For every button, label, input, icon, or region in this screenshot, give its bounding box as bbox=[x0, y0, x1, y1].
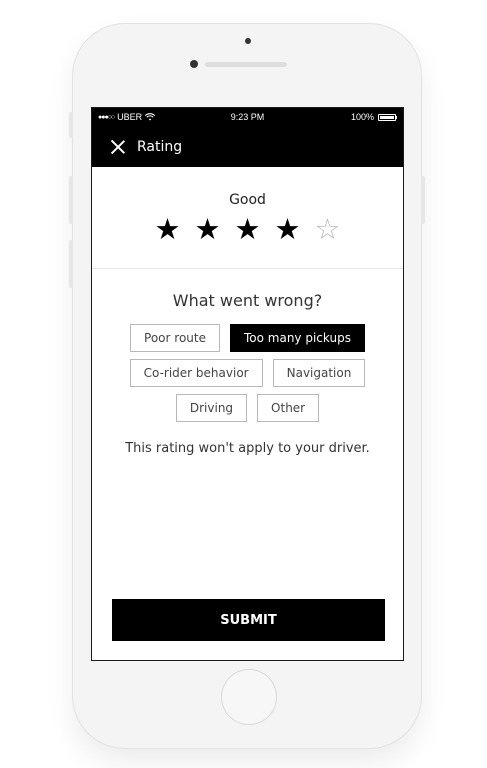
tag-co-rider-behavior[interactable]: Co-rider behavior bbox=[129, 359, 263, 387]
power-button bbox=[421, 176, 425, 224]
mute-switch bbox=[69, 112, 73, 138]
rating-section: Good ★ ★ ★ ★ ☆ bbox=[92, 167, 403, 269]
earpiece-speaker bbox=[205, 62, 287, 67]
star-filled-icon[interactable]: ★ bbox=[235, 214, 261, 244]
rating-label: Good bbox=[229, 192, 266, 208]
header-bar: Rating bbox=[92, 127, 403, 167]
tag-row: Driving Other bbox=[175, 394, 320, 422]
volume-up-button bbox=[69, 176, 73, 224]
tag-navigation[interactable]: Navigation bbox=[272, 359, 366, 387]
star-filled-icon[interactable]: ★ bbox=[275, 214, 301, 244]
star-empty-icon[interactable]: ☆ bbox=[315, 214, 341, 244]
star-filled-icon[interactable]: ★ bbox=[155, 214, 181, 244]
star-rating: ★ ★ ★ ★ ☆ bbox=[92, 214, 403, 244]
tag-row: Co-rider behavior Navigation bbox=[129, 359, 366, 387]
star-filled-icon[interactable]: ★ bbox=[195, 214, 221, 244]
feedback-tags: Poor route Too many pickups Co-rider beh… bbox=[92, 324, 403, 422]
submit-button[interactable]: SUBMIT bbox=[112, 599, 385, 641]
tag-poor-route[interactable]: Poor route bbox=[130, 324, 220, 352]
close-icon[interactable] bbox=[110, 139, 126, 155]
tag-other[interactable]: Other bbox=[257, 394, 320, 422]
tag-driving[interactable]: Driving bbox=[175, 394, 248, 422]
tag-row: Poor route Too many pickups bbox=[130, 324, 365, 352]
status-right: 100% bbox=[351, 112, 397, 122]
battery-icon bbox=[378, 113, 397, 121]
battery-percent: 100% bbox=[350, 112, 374, 122]
front-camera bbox=[190, 60, 198, 68]
volume-down-button bbox=[69, 240, 73, 288]
status-bar: ●●●○○ UBER 9:23 PM 100% bbox=[92, 108, 403, 127]
page-title: Rating bbox=[137, 139, 183, 155]
home-button[interactable] bbox=[222, 670, 276, 724]
proximity-sensor bbox=[245, 38, 251, 44]
app-screen: ●●●○○ UBER 9:23 PM 100% Rating Good ★ ★ ★ ★… bbox=[91, 107, 404, 661]
feedback-question: What went wrong? bbox=[172, 291, 323, 310]
tag-too-many-pickups[interactable]: Too many pickups bbox=[229, 324, 365, 352]
rating-note: This rating won't apply to your driver. bbox=[125, 441, 370, 456]
